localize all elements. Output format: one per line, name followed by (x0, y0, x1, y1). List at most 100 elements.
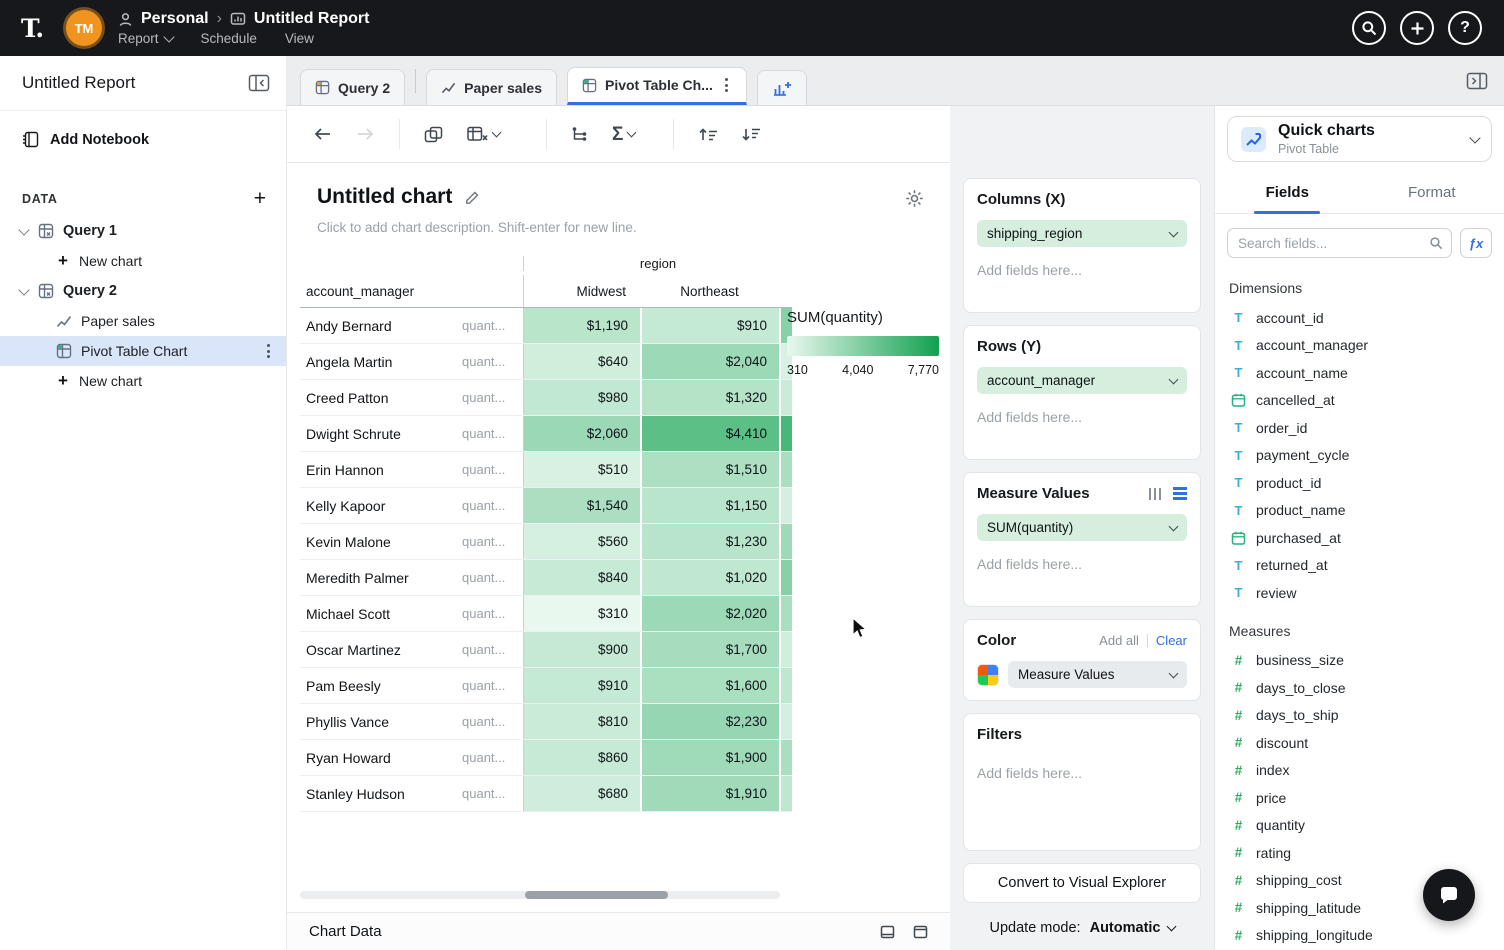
field-item[interactable]: Taccount_manager (1227, 332, 1492, 360)
convert-to-visual-explorer-button[interactable]: Convert to Visual Explorer (963, 863, 1201, 903)
support-chat-button[interactable] (1423, 869, 1475, 921)
value-cell-midwest[interactable]: $640 (523, 344, 640, 379)
value-cell-northeast[interactable]: $2,230 (640, 704, 779, 739)
scrollbar-thumb[interactable] (525, 891, 668, 899)
field-item[interactable]: #index (1227, 757, 1492, 785)
horizontal-scrollbar[interactable] (300, 891, 780, 899)
chart-title[interactable]: Untitled chart (317, 185, 452, 209)
value-cell-northeast[interactable]: $1,700 (640, 632, 779, 667)
field-item[interactable]: cancelled_at (1227, 387, 1492, 415)
formula-fx-button[interactable]: ƒx (1460, 228, 1492, 258)
chart-settings-gear-icon[interactable] (905, 189, 924, 208)
field-item[interactable]: Treview (1227, 579, 1492, 607)
tab-format[interactable]: Format (1360, 174, 1504, 213)
tab-menu-icon[interactable] (721, 74, 732, 96)
new-chart-tab-button[interactable] (757, 70, 807, 105)
manager-cell[interactable]: Angela Martin (300, 344, 462, 379)
add-notebook-button[interactable]: Add Notebook (22, 131, 286, 148)
value-cell-midwest[interactable]: $840 (523, 560, 640, 595)
column-header-midwest[interactable]: Midwest (523, 275, 640, 307)
workspace-name[interactable]: Personal (141, 10, 209, 28)
value-cell-midwest[interactable]: $910 (523, 668, 640, 703)
palette-icon[interactable] (977, 664, 999, 686)
manager-cell[interactable]: Andy Bernard (300, 308, 462, 343)
value-cell-northeast[interactable]: $1,900 (640, 740, 779, 775)
field-item[interactable]: #days_to_ship (1227, 702, 1492, 730)
field-item[interactable]: #quantity (1227, 812, 1492, 840)
field-item[interactable]: #discount (1227, 729, 1492, 757)
add-data-button[interactable]: + (254, 192, 266, 206)
chevron-down-icon[interactable] (18, 284, 29, 295)
redo-button[interactable] (356, 127, 375, 141)
manager-cell[interactable]: Stanley Hudson (300, 776, 462, 811)
value-cell-midwest[interactable]: $310 (523, 596, 640, 631)
value-cell-midwest[interactable]: $900 (523, 632, 640, 667)
chart-data-label[interactable]: Chart Data (309, 923, 382, 940)
sidebar-item-query-2[interactable]: Query 2 (0, 276, 286, 306)
value-cell-northeast[interactable]: $1,230 (640, 524, 779, 559)
value-cell-northeast[interactable]: $1,150 (640, 488, 779, 523)
field-item[interactable]: Treturned_at (1227, 552, 1492, 580)
chart-description-placeholder[interactable]: Click to add chart description. Shift-en… (317, 220, 926, 235)
value-cell-midwest[interactable]: $1,190 (523, 308, 640, 343)
sidebar-item-pivot-table-chart[interactable]: Pivot Table Chart (0, 336, 286, 366)
help-button[interactable]: ? (1448, 11, 1482, 45)
field-item[interactable]: #business_size (1227, 647, 1492, 675)
app-logo[interactable]: T. (0, 14, 64, 43)
search-button[interactable] (1352, 11, 1386, 45)
field-item[interactable]: #price (1227, 784, 1492, 812)
chevron-down-icon[interactable] (18, 224, 29, 235)
chart-data-bar[interactable]: Chart Data (287, 912, 950, 950)
search-fields-input[interactable] (1227, 228, 1452, 258)
menu-view[interactable]: View (285, 31, 314, 46)
manager-cell[interactable]: Kevin Malone (300, 524, 462, 559)
tab-fields[interactable]: Fields (1215, 174, 1360, 213)
columns-layout-icon[interactable] (1149, 488, 1162, 500)
rows-layout-icon[interactable] (1173, 487, 1187, 500)
manager-cell[interactable]: Phyllis Vance (300, 704, 462, 739)
collapse-sidebar-icon[interactable] (248, 74, 270, 92)
value-cell-midwest[interactable]: $1,540 (523, 488, 640, 523)
pivot-structure-button[interactable] (571, 126, 588, 142)
manager-cell[interactable]: Kelly Kapoor (300, 488, 462, 523)
manager-cell[interactable]: Pam Beesly (300, 668, 462, 703)
value-cell-northeast[interactable]: $2,040 (640, 344, 779, 379)
manager-cell[interactable]: Creed Patton (300, 380, 462, 415)
sidebar-item-paper-sales[interactable]: Paper sales (0, 306, 286, 336)
tab-paper-sales[interactable]: Paper sales (426, 69, 557, 105)
manager-cell[interactable]: Michael Scott (300, 596, 462, 631)
tab-query-2[interactable]: Query 2 (300, 69, 405, 105)
item-menu-icon[interactable] (263, 340, 274, 362)
color-clear-button[interactable]: Clear (1156, 633, 1187, 648)
tab-pivot-table-chart[interactable]: Pivot Table Ch... (567, 67, 747, 105)
menu-report[interactable]: Report (118, 31, 173, 46)
color-add-all-button[interactable]: Add all (1099, 633, 1139, 648)
color-field-pill[interactable]: Measure Values (1008, 661, 1187, 688)
field-item[interactable]: Tproduct_id (1227, 469, 1492, 497)
value-cell-midwest[interactable]: $2,060 (523, 416, 640, 451)
value-cell-northeast[interactable]: $910 (640, 308, 779, 343)
value-cell-midwest[interactable]: $860 (523, 740, 640, 775)
sidebar-item-new-chart-2[interactable]: + New chart (0, 366, 286, 396)
sidebar-item-query-1[interactable]: Query 1 (0, 216, 286, 246)
manager-cell[interactable]: Ryan Howard (300, 740, 462, 775)
field-item[interactable]: Tproduct_name (1227, 497, 1492, 525)
row-header-label[interactable]: account_manager (300, 284, 462, 299)
field-item[interactable]: Torder_id (1227, 414, 1492, 442)
quick-charts-selector[interactable]: Quick charts Pivot Table (1227, 116, 1492, 162)
field-item[interactable]: purchased_at (1227, 524, 1492, 552)
value-cell-northeast[interactable]: $1,910 (640, 776, 779, 811)
edit-pencil-icon[interactable] (465, 190, 480, 205)
value-cell-midwest[interactable]: $680 (523, 776, 640, 811)
minimize-panel-icon[interactable] (880, 925, 895, 939)
columns-x-drop-hint[interactable]: Add fields here... (977, 262, 1187, 278)
manager-cell[interactable]: Meredith Palmer (300, 560, 462, 595)
menu-schedule[interactable]: Schedule (201, 31, 257, 46)
aggregate-button[interactable]: Σ (612, 125, 635, 144)
add-button[interactable] (1400, 11, 1434, 45)
manager-cell[interactable]: Erin Hannon (300, 452, 462, 487)
manager-cell[interactable]: Dwight Schrute (300, 416, 462, 451)
expand-right-panel-icon[interactable] (1466, 72, 1488, 90)
update-mode-dropdown[interactable]: Automatic (1090, 920, 1175, 936)
sidebar-item-new-chart-1[interactable]: + New chart (0, 246, 286, 276)
